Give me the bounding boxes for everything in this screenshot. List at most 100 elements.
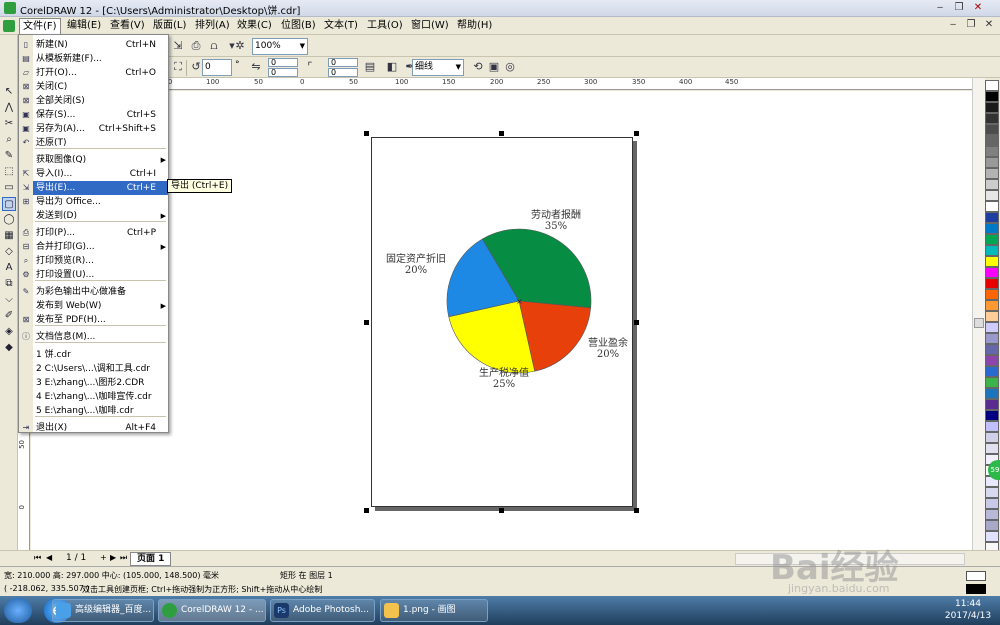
palette-swatch[interactable] — [985, 311, 999, 322]
palette-swatch[interactable] — [985, 531, 999, 542]
task-browser[interactable]: 高级编辑器_百度... — [52, 599, 154, 622]
menu-help[interactable]: 帮助(H) — [454, 18, 495, 34]
corner-top-right-field[interactable]: 0 — [328, 58, 358, 67]
palette-swatch[interactable] — [985, 333, 999, 344]
round-corner-lock-icon[interactable]: ⌜ — [302, 59, 318, 75]
selection-handle[interactable] — [364, 320, 369, 325]
palette-swatch[interactable] — [985, 289, 999, 300]
file-menu-item[interactable]: ⊠ 关闭(C) — [23, 80, 168, 94]
pick-tool-icon[interactable]: ↖ — [2, 85, 16, 99]
palette-swatch[interactable] — [985, 278, 999, 289]
palette-swatch[interactable] — [985, 421, 999, 432]
file-menu-item[interactable]: ▤ 从模板新建(F)... — [22, 52, 168, 66]
prev-page-icon[interactable]: ◀ — [46, 553, 52, 562]
palette-swatch[interactable] — [985, 212, 999, 223]
zoom-level-select[interactable]: 100% ▼ — [252, 38, 308, 55]
menu-bitmaps[interactable]: 位图(B) — [278, 18, 319, 34]
menu-text[interactable]: 文本(T) — [321, 18, 361, 34]
interactive-fill-icon[interactable]: ◆ — [2, 341, 16, 355]
menu-file[interactable]: 文件(F) — [19, 18, 61, 34]
palette-swatch[interactable] — [985, 179, 999, 190]
palette-swatch[interactable] — [985, 234, 999, 245]
selection-handle[interactable] — [499, 131, 504, 136]
zoom-tool-icon[interactable]: ⌕ — [2, 133, 16, 147]
palette-swatch[interactable] — [985, 509, 999, 520]
outline-width-select[interactable]: 细线 ▼ — [412, 59, 464, 76]
minimize-icon[interactable]: ‒ — [932, 1, 948, 15]
first-page-icon[interactable]: ⏮ — [34, 553, 41, 563]
last-page-icon[interactable]: ⏭ — [120, 553, 127, 563]
palette-swatch[interactable] — [985, 146, 999, 157]
task-paint[interactable]: 1.png - 画图 — [380, 599, 488, 622]
pie-chart[interactable]: ×劳动者报酬35%营业盈余20%生产税净值25%固定资产折旧20% — [372, 138, 634, 508]
vertical-scrollbar[interactable] — [972, 78, 985, 550]
convert-curves-icon[interactable]: ⟲ — [470, 59, 486, 75]
document-page[interactable]: × 劳动者报酬 35% 营业盈余 20% 生产税净值 25% 固定资产折旧 20% — [371, 137, 633, 507]
interactive-blend-icon[interactable]: ⧉ — [2, 277, 16, 291]
selection-handle[interactable] — [364, 508, 369, 513]
smart-fill-icon[interactable]: ⬚ — [2, 165, 16, 179]
file-menu-item[interactable]: ⎙ 打印(P)... Ctrl+P — [23, 226, 168, 240]
rotation-field[interactable]: 0 — [202, 59, 232, 76]
palette-swatch[interactable] — [985, 223, 999, 234]
knife-tool-icon[interactable]: ✂ — [2, 117, 16, 131]
text-tool-icon[interactable]: A — [2, 261, 16, 275]
palette-swatch[interactable] — [985, 520, 999, 531]
menu-tools[interactable]: 工具(O) — [364, 18, 406, 34]
palette-swatch[interactable] — [985, 344, 999, 355]
menu-layout[interactable]: 版面(L) — [150, 18, 189, 34]
corel-online-icon[interactable]: ✲ — [232, 38, 248, 54]
palette-swatch[interactable] — [985, 410, 999, 421]
file-menu-item-export[interactable]: ⇲ 导出(E)... Ctrl+E — [23, 181, 168, 195]
selection-handle[interactable] — [634, 320, 639, 325]
palette-swatch[interactable] — [985, 190, 999, 201]
app-launcher-icon[interactable]: ⩍ — [206, 38, 222, 54]
task-coreldraw[interactable]: CorelDRAW 12 - ... — [158, 599, 266, 622]
close-icon[interactable]: ✕ — [970, 1, 986, 15]
palette-swatch[interactable] — [985, 201, 999, 212]
palette-swatch[interactable] — [985, 322, 999, 333]
mirror-icon[interactable]: ⇋ — [248, 59, 264, 75]
palette-swatch[interactable] — [985, 124, 999, 135]
add-page-icon[interactable]: + — [100, 553, 107, 562]
palette-swatch[interactable] — [985, 113, 999, 124]
tab-page-1[interactable]: 页面 1 — [130, 552, 172, 566]
palette-swatch[interactable] — [985, 157, 999, 168]
file-menu-item[interactable]: 3 E:\zhang\...\图形2.CDR — [33, 376, 168, 390]
eyedropper-icon[interactable]: ⌵ — [2, 293, 16, 307]
menu-arrange[interactable]: 排列(A) — [192, 18, 233, 34]
menu-window[interactable]: 窗口(W) — [408, 18, 452, 34]
file-menu-item[interactable]: ⌕ 打印预览(R)... — [24, 254, 168, 268]
corner-bottom-right-field[interactable]: 0 — [328, 68, 358, 77]
file-menu-item[interactable]: 4 E:\zhang\...\咖啡宣传.cdr — [33, 390, 168, 404]
file-menu-item[interactable]: ✎ 为彩色输出中心做准备 — [23, 285, 168, 299]
drawing-canvas[interactable]: × 劳动者报酬 35% 营业盈余 20% 生产税净值 25% 固定资产折旧 20% — [31, 91, 972, 550]
graph-paper-icon[interactable]: ▦ — [2, 229, 16, 243]
freehand-tool-icon[interactable]: ✎ — [2, 149, 16, 163]
file-menu-item[interactable]: ▣ 保存(S)... Ctrl+S — [22, 108, 168, 122]
file-menu-item[interactable]: 1 饼.cdr — [33, 348, 168, 362]
next-page-icon[interactable]: ▶ — [110, 553, 116, 562]
palette-swatch[interactable] — [985, 377, 999, 388]
palette-swatch[interactable] — [985, 388, 999, 399]
doc-minimize-icon[interactable]: ‒ — [945, 18, 961, 32]
shape-tool-icon[interactable]: ⋀ — [2, 101, 16, 115]
palette-swatch[interactable] — [985, 300, 999, 311]
corner-bottom-left-field[interactable]: 0 — [268, 68, 298, 77]
print-icon[interactable]: ⎙ — [188, 38, 204, 54]
selection-handle[interactable] — [634, 131, 639, 136]
doc-restore-icon[interactable]: ❐ — [963, 18, 979, 32]
ellipse-tool-icon[interactable]: ◯ — [2, 213, 16, 227]
menu-effects[interactable]: 效果(C) — [234, 18, 275, 34]
file-menu-item[interactable]: ⊞ 导出为 Office... — [23, 195, 168, 209]
palette-swatch[interactable] — [985, 256, 999, 267]
target-icon[interactable]: ◎ — [502, 59, 518, 75]
file-menu-item[interactable]: ⇱ 导入(I)... Ctrl+I — [23, 167, 168, 181]
selection-handle[interactable] — [634, 508, 639, 513]
rectangle-active-tool-icon[interactable]: ▢ — [2, 197, 16, 211]
palette-swatch[interactable] — [985, 267, 999, 278]
file-menu-item[interactable]: ▱ 打开(O)... Ctrl+O — [23, 66, 168, 80]
selection-handle[interactable] — [499, 508, 504, 513]
lock-ratio-icon[interactable]: ⛶ — [170, 59, 186, 75]
palette-swatch[interactable] — [985, 245, 999, 256]
